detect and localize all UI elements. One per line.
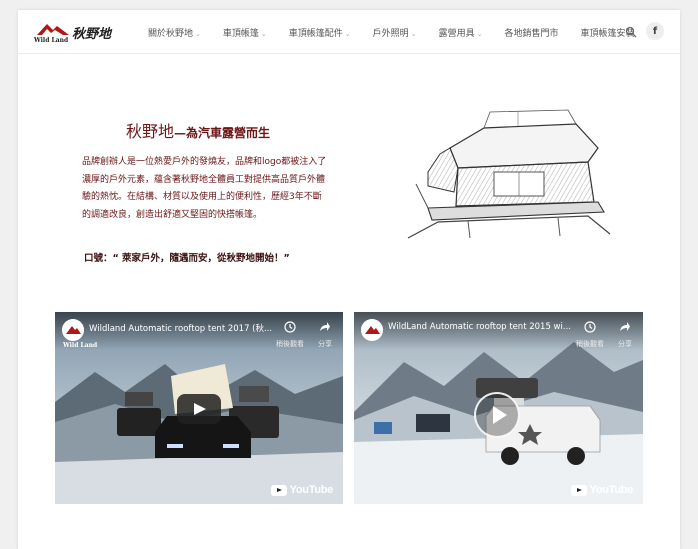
chevron-down-icon: ⌄ <box>260 29 267 38</box>
share-button[interactable]: 分享 <box>611 318 639 349</box>
channel-avatar-icon[interactable] <box>361 319 383 341</box>
site-logo[interactable]: Wild Land 秋野地 <box>34 21 118 45</box>
mountain-logo-icon <box>37 24 69 35</box>
rooftop-tent-illustration <box>407 109 611 239</box>
search-icon[interactable] <box>625 26 637 38</box>
clock-icon <box>284 321 296 333</box>
youtube-wordmark: YouTube <box>589 484 634 496</box>
share-label: 分享 <box>318 340 332 348</box>
youtube-logo[interactable]: YouTube <box>570 484 634 496</box>
chevron-down-icon: ⌄ <box>476 29 483 38</box>
intro-title: 秋野地—為汽車露營而生 <box>126 118 270 142</box>
nav-label: 各地銷售門市 <box>504 28 559 39</box>
youtube-play-icon <box>270 484 287 496</box>
watch-later-label: 稍後觀看 <box>576 340 604 348</box>
intro-paragraph: 品牌創辦人是一位熱愛戶外的發燒友，品牌和logo都被注入了濃厚的戶外元素，蘊含著… <box>82 157 327 220</box>
clock-icon <box>584 321 596 333</box>
watch-later-label: 稍後觀看 <box>276 340 304 348</box>
nav-item-rooftop-tents[interactable]: 車頂帳篷 ⌄ <box>223 26 267 39</box>
nav-item-tent-accessories[interactable]: 車頂帳篷配件 ⌄ <box>289 26 351 39</box>
play-button-icon[interactable] <box>474 392 520 438</box>
watch-later-button[interactable]: 稍後觀看 <box>573 318 607 349</box>
share-button[interactable]: 分享 <box>311 318 339 349</box>
nav-item-about[interactable]: 關於秋野地 ⌄ <box>148 26 201 39</box>
nav-label: 關於秋野地 <box>148 28 194 39</box>
video-title[interactable]: WildLand Automatic rooftop tent 2015 wi.… <box>388 322 571 332</box>
chevron-down-icon: ⌄ <box>195 29 201 38</box>
channel-avatar-icon[interactable] <box>62 319 84 341</box>
share-icon <box>620 322 630 331</box>
facebook-icon[interactable]: f <box>646 22 664 40</box>
youtube-logo[interactable]: YouTube <box>270 484 334 496</box>
nav-label: 車頂帳篷 <box>222 28 259 39</box>
logo-text: Wild Land <box>34 37 69 44</box>
chevron-down-icon: ⌄ <box>344 29 351 38</box>
youtube-video-1[interactable]: Wildland Automatic rooftop tent 2017 (秋.… <box>55 312 343 504</box>
nav-label: 戶外照明 <box>372 28 409 39</box>
logo-brand-cn: 秋野地 <box>72 27 112 42</box>
watch-later-button[interactable]: 稍後觀看 <box>273 318 307 349</box>
play-button-icon[interactable] <box>177 394 221 424</box>
youtube-wordmark: YouTube <box>289 484 334 496</box>
page: Wild Land 秋野地 關於秋野地 ⌄ 車頂帳篷 ⌄ 車頂帳篷配件 ⌄ 戶外照明 ⌄… <box>18 10 680 549</box>
youtube-play-icon <box>570 484 587 496</box>
video-title[interactable]: Wildland Automatic rooftop tent 2017 (秋.… <box>89 322 272 334</box>
video-logo-overlay: Wild Land <box>63 342 98 349</box>
nav-label: 露營用具 <box>438 28 475 39</box>
nav-label: 車頂帳篷配件 <box>288 28 343 39</box>
nav-item-outdoor-lighting[interactable]: 戶外照明 ⌄ <box>373 26 417 39</box>
nav-item-stores[interactable]: 各地銷售門市 <box>504 26 558 39</box>
share-label: 分享 <box>618 340 632 348</box>
site-header: Wild Land 秋野地 關於秋野地 ⌄ 車頂帳篷 ⌄ 車頂帳篷配件 ⌄ 戶外照明 ⌄… <box>18 10 680 54</box>
chevron-down-icon: ⌄ <box>410 29 417 38</box>
nav-item-camping-gear[interactable]: 露營用具 ⌄ <box>439 26 483 39</box>
share-icon <box>320 322 330 331</box>
brand-slogan: 口號：“ 萊家戶外，隨遇而安，從秋野地開始！” <box>84 253 290 264</box>
intro-title-main: 秋野地 <box>126 122 175 141</box>
main-nav: 關於秋野地 ⌄ 車頂帳篷 ⌄ 車頂帳篷配件 ⌄ 戶外照明 ⌄ 露營用具 ⌄ 各地銷售門市 … <box>148 10 656 54</box>
intro-title-sub: —為汽車露營而生 <box>174 126 271 140</box>
youtube-video-2[interactable]: WildLand Automatic rooftop tent 2015 wi.… <box>354 312 643 504</box>
